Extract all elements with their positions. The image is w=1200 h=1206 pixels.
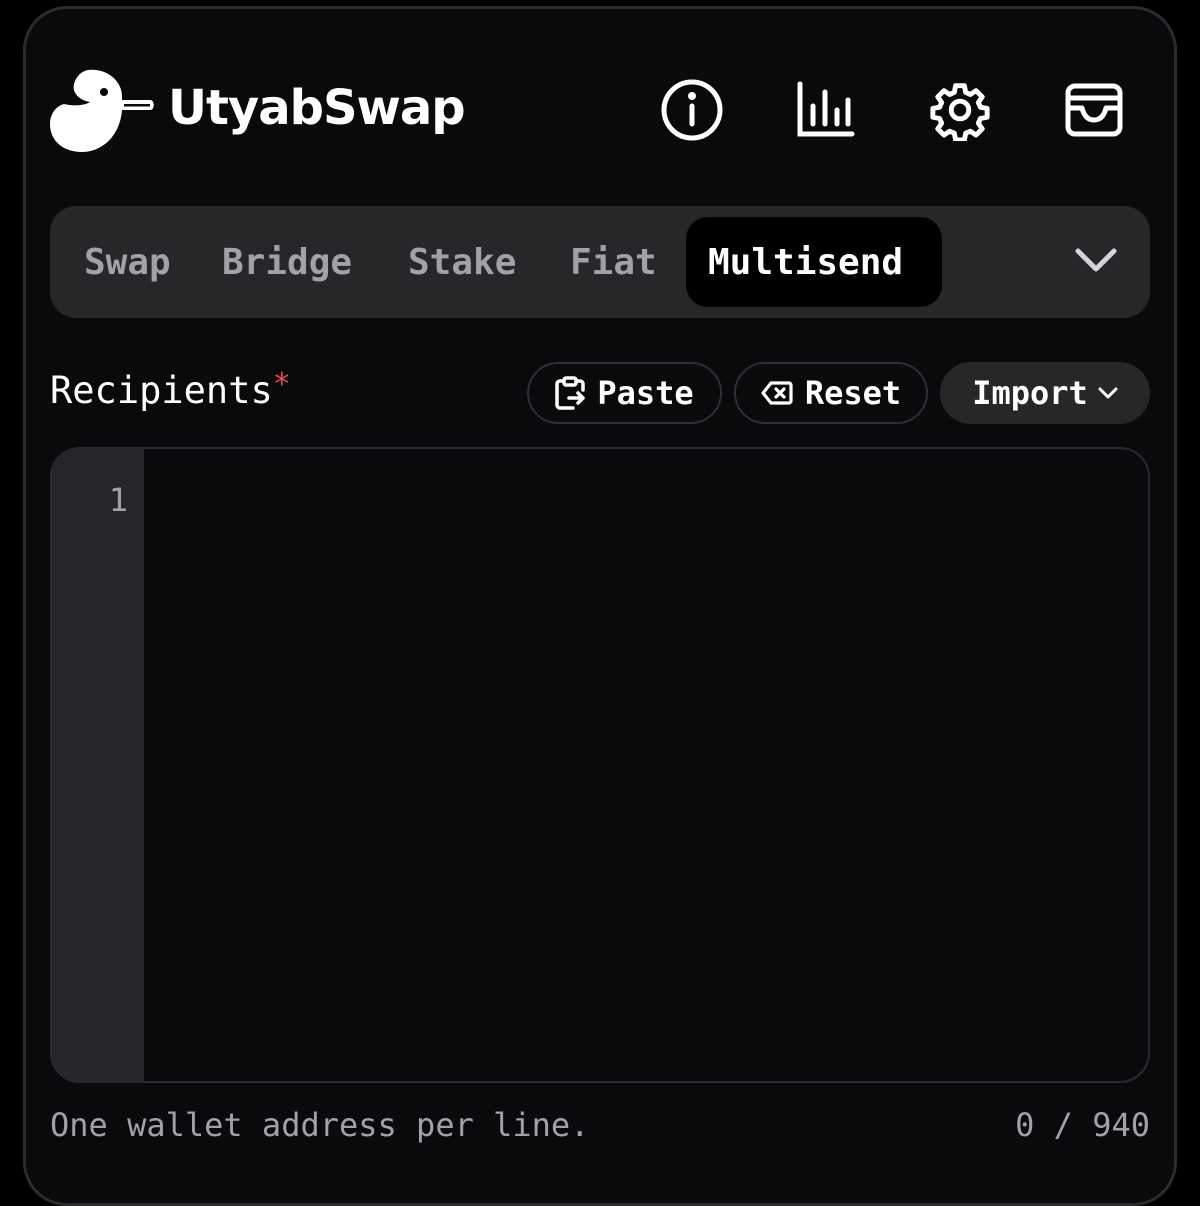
input-hint: One wallet address per line. xyxy=(50,1106,590,1144)
tab-stake[interactable]: Stake xyxy=(408,217,516,307)
recipients-label: Recipients* xyxy=(50,366,291,416)
backspace-icon xyxy=(761,381,793,405)
required-mark: * xyxy=(272,367,291,402)
reset-label: Reset xyxy=(804,374,902,412)
reset-button[interactable]: Reset xyxy=(734,362,928,424)
info-icon xyxy=(660,78,724,146)
line-number: 1 xyxy=(108,481,128,519)
settings-button[interactable] xyxy=(924,76,996,148)
recipients-input[interactable] xyxy=(144,449,1148,1081)
line-counter: 0 / 940 xyxy=(1015,1106,1150,1144)
tab-multisend[interactable]: Multisend xyxy=(686,217,942,307)
gear-icon xyxy=(929,79,991,145)
paste-label: Paste xyxy=(597,374,694,412)
paste-button[interactable]: Paste xyxy=(527,362,722,424)
clipboard-icon xyxy=(555,376,586,410)
chevron-down-icon xyxy=(1074,247,1118,277)
import-label: Import xyxy=(972,374,1088,412)
stats-icon xyxy=(796,80,856,144)
duck-logo-icon xyxy=(50,66,156,154)
tab-fiat[interactable]: Fiat xyxy=(570,217,657,307)
chevron-down-icon xyxy=(1098,387,1118,399)
tab-bridge[interactable]: Bridge xyxy=(222,217,352,307)
wallet-button[interactable] xyxy=(1058,76,1130,148)
info-button[interactable] xyxy=(656,76,728,148)
recipients-editor: 1 xyxy=(50,447,1150,1083)
brand-name: UtyabSwap xyxy=(168,80,466,136)
tab-swap[interactable]: Swap xyxy=(84,217,171,307)
brand-logo[interactable]: UtyabSwap xyxy=(50,66,466,154)
wallet-icon xyxy=(1064,80,1124,144)
import-dropdown[interactable]: Import xyxy=(940,362,1150,424)
mode-tabs: Swap Bridge Stake Fiat Multisend xyxy=(50,206,1150,318)
recipients-label-text: Recipients xyxy=(50,369,273,412)
line-number-gutter: 1 xyxy=(52,449,144,1081)
stats-button[interactable] xyxy=(790,76,862,148)
more-tabs-button[interactable] xyxy=(1072,242,1120,282)
